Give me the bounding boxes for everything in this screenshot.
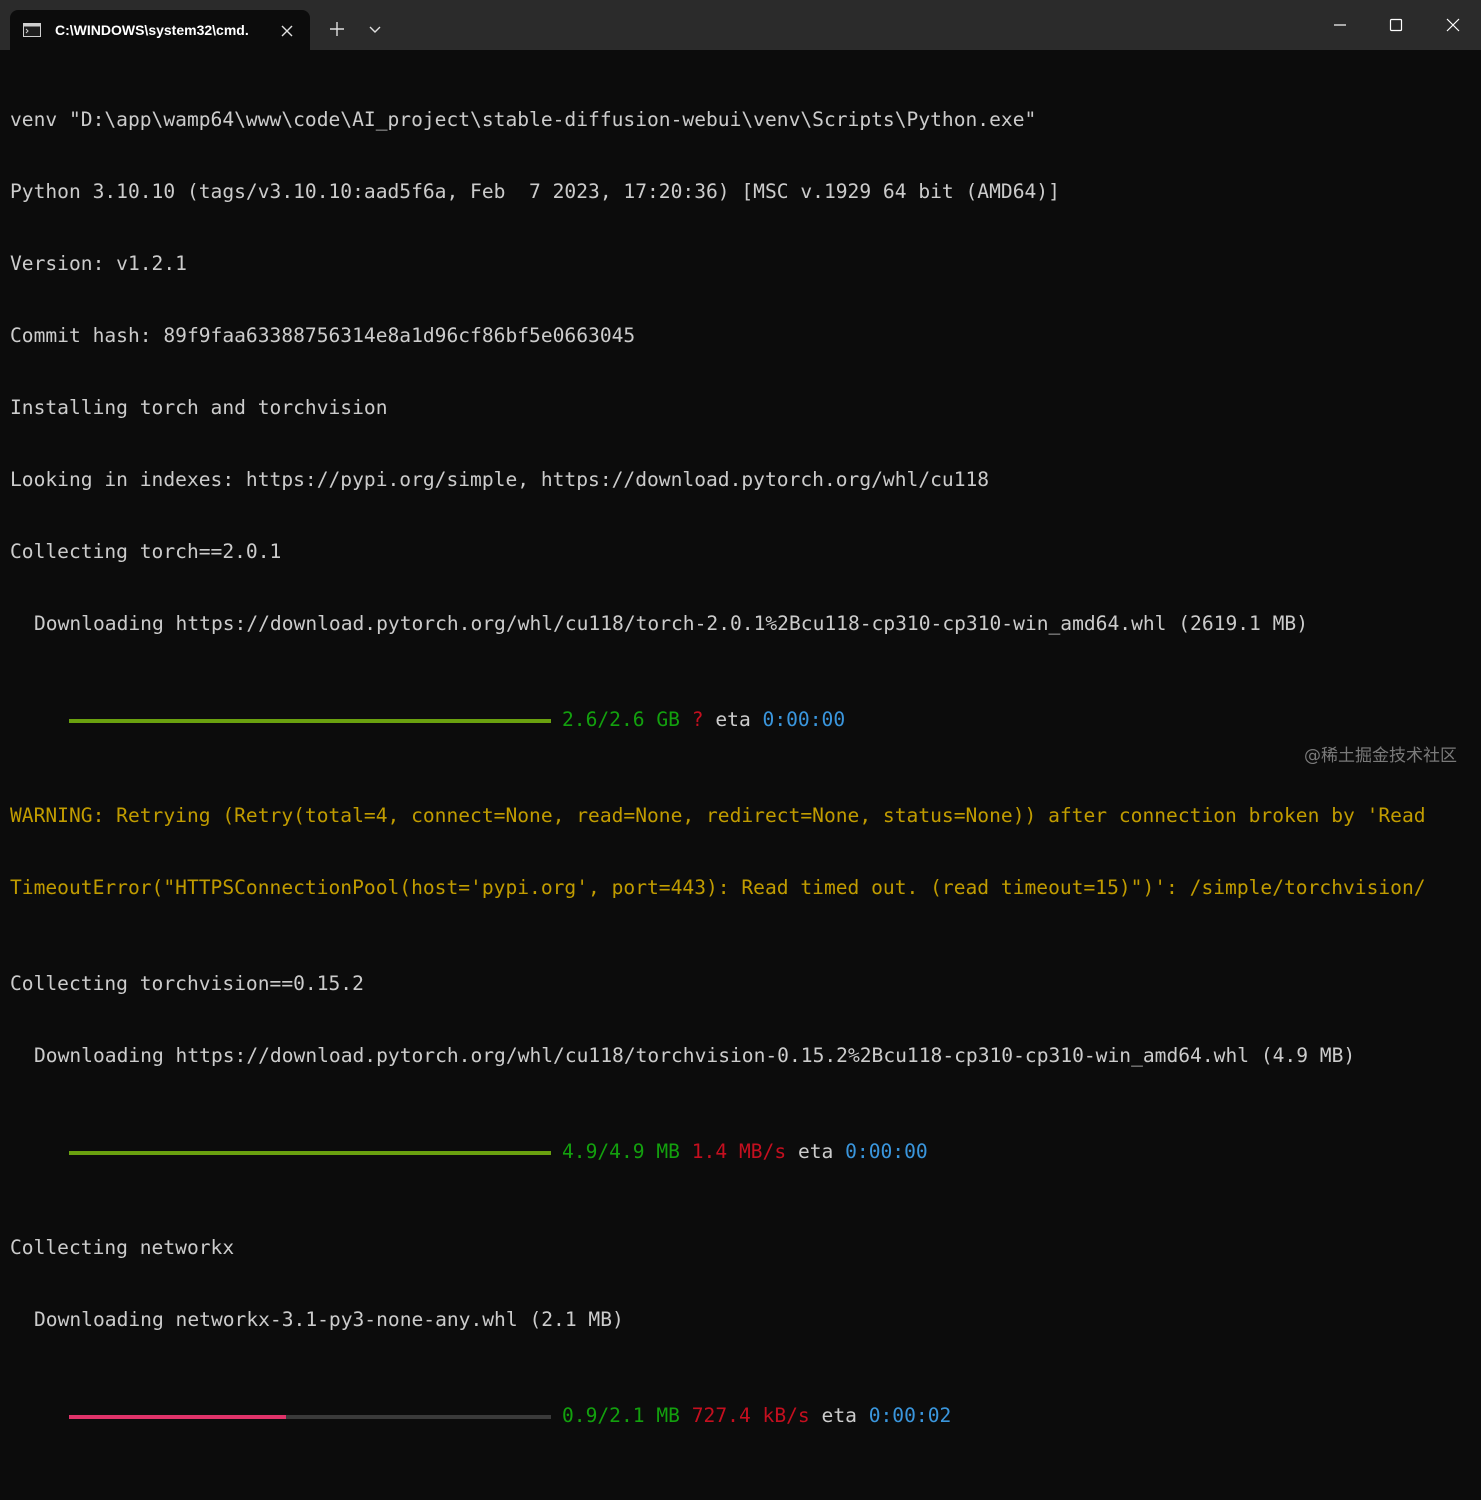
progress-fill <box>69 1151 551 1155</box>
progress-speed: 1.4 MB/s <box>691 1140 787 1163</box>
progress-bar <box>69 1415 551 1419</box>
progress-bar <box>69 719 551 723</box>
eta-label: eta <box>821 1404 857 1427</box>
progress-size: 4.9/4.9 MB <box>562 1140 680 1163</box>
close-icon[interactable] <box>280 23 294 37</box>
maximize-button[interactable] <box>1368 0 1424 50</box>
tab-dropdown-button[interactable] <box>360 14 390 44</box>
new-tab-button[interactable] <box>322 14 352 44</box>
plus-icon <box>330 22 344 36</box>
terminal-line: Version: v1.2.1 <box>10 252 187 275</box>
terminal-line: Looking in indexes: https://pypi.org/sim… <box>10 468 990 491</box>
warning-line: TimeoutError("HTTPSConnectionPool(host='… <box>10 876 1426 899</box>
eta-label: eta <box>715 708 751 731</box>
download-text: Downloading https://download.pytorch.org… <box>34 1044 1356 1067</box>
terminal-line: Installing torch and torchvision <box>10 396 388 419</box>
tab-title: C:\WINDOWS\system32\cmd. <box>55 22 249 38</box>
cmd-icon <box>23 21 41 39</box>
watermark: @稀土掘金技术社区 <box>1304 746 1457 766</box>
progress-bar <box>69 1151 551 1155</box>
terminal-line: venv "D:\app\wamp64\www\code\AI_project\… <box>10 108 1037 131</box>
eta-label: eta <box>797 1140 834 1163</box>
title-bar: C:\WINDOWS\system32\cmd. <box>0 0 1481 50</box>
progress-size: 2.6/2.6 GB <box>562 708 680 731</box>
progress-eta: 0:00:00 <box>845 1140 928 1163</box>
progress-speed: ? <box>691 708 704 731</box>
maximize-icon <box>1389 18 1403 32</box>
terminal-line: Downloading https://download.pytorch.org… <box>10 612 1475 636</box>
progress-eta: 0:00:02 <box>868 1404 952 1427</box>
terminal-line: Python 3.10.10 (tags/v3.10.10:aad5f6a, F… <box>10 180 1060 203</box>
terminal-line: Downloading networkx-3.1-py3-none-any.wh… <box>10 1308 1475 1332</box>
progress-line: 4.9/4.9 MB 1.4 MB/s eta 0:00:00 <box>10 1140 1475 1164</box>
terminal-line: Collecting networkx <box>10 1236 235 1259</box>
progress-stats: 2.6/2.6 GB ? eta 0:00:00 <box>562 708 845 732</box>
progress-speed: 727.4 kB/s <box>691 1404 810 1427</box>
close-icon <box>1446 18 1459 32</box>
progress-stats: 4.9/4.9 MB 1.4 MB/s eta 0:00:00 <box>562 1140 928 1164</box>
terminal-line: Collecting torch==2.0.1 <box>10 540 282 563</box>
terminal-line: Collecting torchvision==0.15.2 <box>10 972 364 995</box>
minimize-button[interactable] <box>1312 0 1368 50</box>
download-text: Downloading networkx-3.1-py3-none-any.wh… <box>34 1308 624 1331</box>
terminal-output[interactable]: venv "D:\app\wamp64\www\code\AI_project\… <box>10 60 1475 1452</box>
chevron-down-icon <box>369 26 381 33</box>
progress-fill <box>69 1415 286 1419</box>
terminal-line: Commit hash: 89f9faa63388756314e8a1d96cf… <box>10 324 636 347</box>
close-window-button[interactable] <box>1424 0 1481 50</box>
tab-cmd[interactable]: C:\WINDOWS\system32\cmd. <box>10 10 310 50</box>
progress-stats: 0.9/2.1 MB 727.4 kB/s eta 0:00:02 <box>562 1404 951 1428</box>
progress-fill <box>69 719 551 723</box>
progress-line: 0.9/2.1 MB 727.4 kB/s eta 0:00:02 <box>10 1404 1475 1428</box>
minimize-icon <box>1334 24 1346 26</box>
download-text: Downloading https://download.pytorch.org… <box>34 612 1309 635</box>
warning-line: WARNING: Retrying (Retry(total=4, connec… <box>10 804 1426 827</box>
terminal-line: Downloading https://download.pytorch.org… <box>10 1044 1475 1068</box>
progress-size: 0.9/2.1 MB <box>562 1404 680 1427</box>
progress-line: 2.6/2.6 GB ? eta 0:00:00 <box>10 708 1475 732</box>
progress-eta: 0:00:00 <box>762 708 846 731</box>
